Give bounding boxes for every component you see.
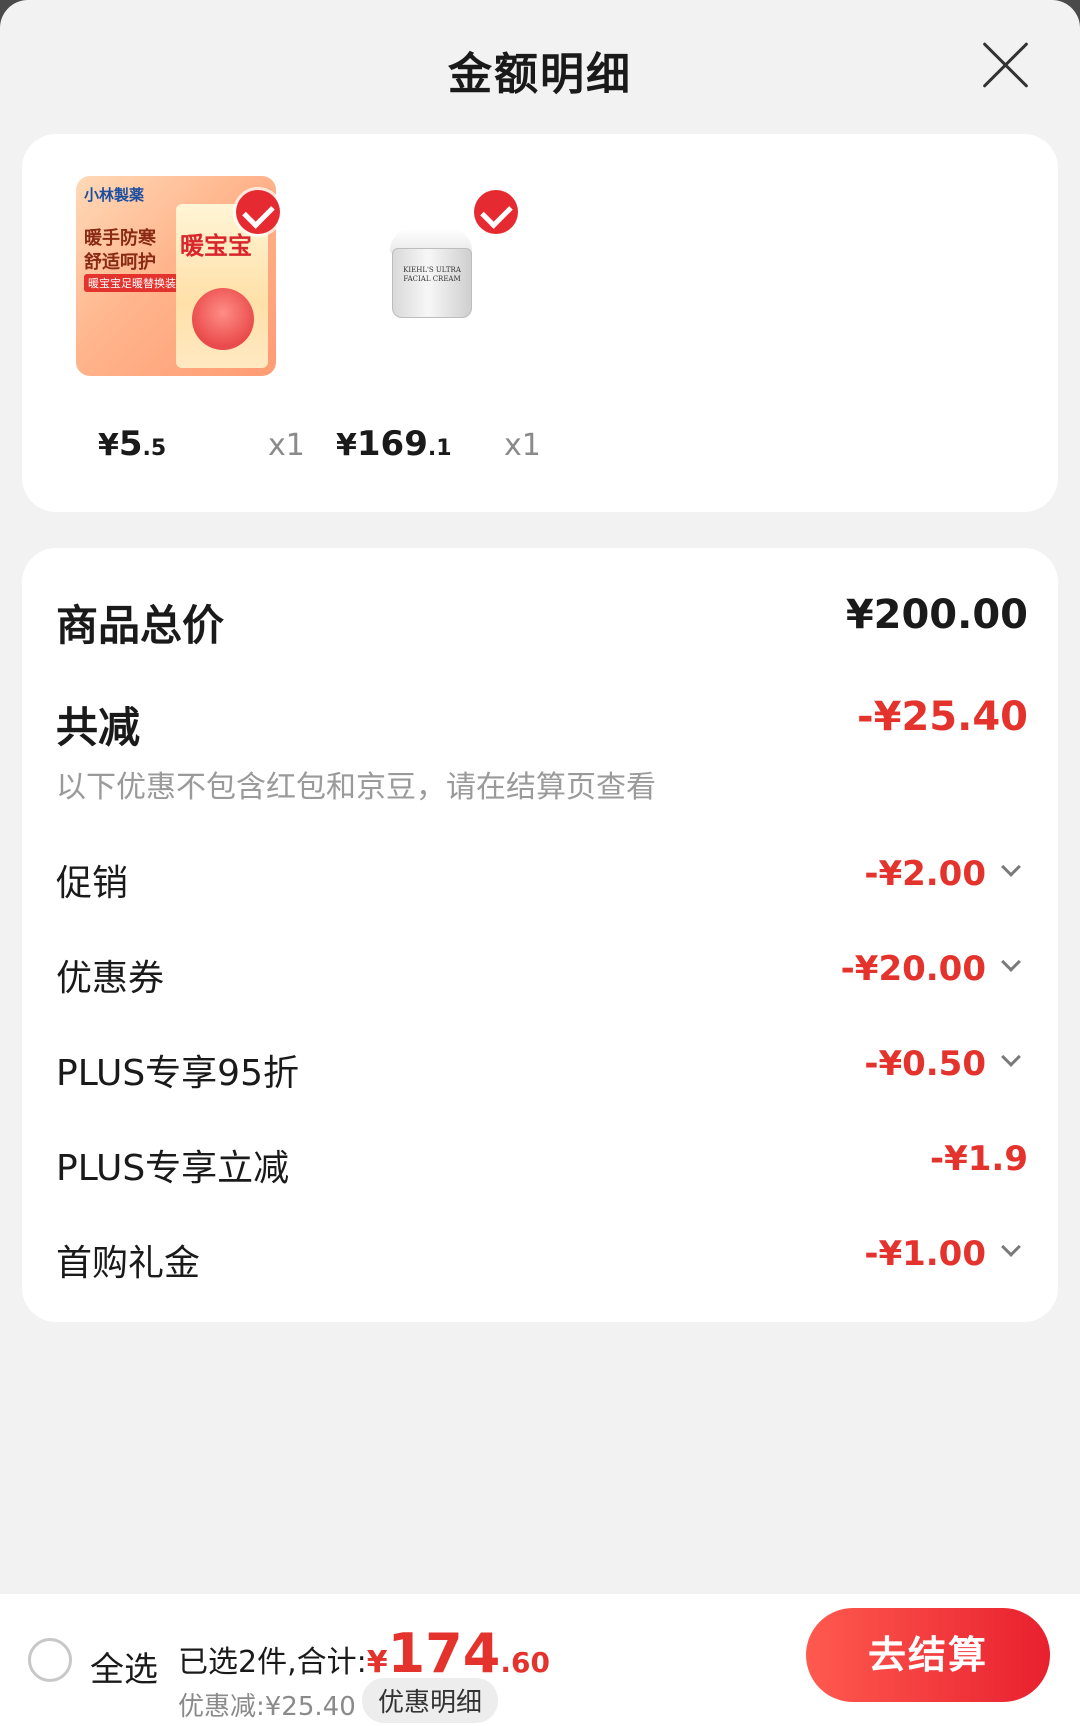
pack-box-title: 暖宝宝 bbox=[180, 232, 252, 260]
total-discount-value: -¥25.40 bbox=[857, 694, 1028, 740]
discount-value: -¥1.00 bbox=[864, 1234, 986, 1274]
selected-count-text: 已选2件,合计: bbox=[178, 1645, 367, 1680]
discount-label: PLUS专享95折 bbox=[56, 1053, 299, 1094]
chevron-down-icon[interactable] bbox=[1001, 952, 1021, 972]
total-decimal: .60 bbox=[500, 1646, 550, 1679]
product-item[interactable]: KIEHL'S ULTRA FACIAL CREAM bbox=[314, 176, 534, 396]
pack-box-graphic bbox=[192, 288, 254, 350]
price-integer: 5 bbox=[118, 424, 143, 464]
discount-detail-button[interactable]: 优惠明细 bbox=[362, 1678, 499, 1723]
discount-value: -¥20.00 bbox=[840, 949, 986, 989]
pack-text: 舒适呵护 bbox=[84, 252, 156, 273]
select-all-label[interactable]: 全选 bbox=[90, 1642, 158, 1691]
discount-label: 首购礼金 bbox=[56, 1243, 201, 1284]
product-price: ¥169.1 bbox=[336, 424, 452, 464]
total-discount-label: 共减 bbox=[56, 703, 141, 752]
chevron-down-icon[interactable] bbox=[1001, 857, 1021, 877]
brand-logo-text: 小林製薬 bbox=[84, 186, 145, 204]
pack-text: 暖手防寒 bbox=[84, 228, 156, 249]
currency-symbol: ¥ bbox=[336, 428, 357, 463]
selected-total: 已选2件,合计:¥174.60 bbox=[178, 1622, 550, 1685]
total-integer: 174 bbox=[387, 1622, 501, 1685]
discount-label: PLUS专享立减 bbox=[56, 1148, 290, 1189]
total-price-value: ¥200.00 bbox=[845, 592, 1028, 638]
price-decimal: .5 bbox=[142, 436, 167, 461]
total-price-label: 商品总价 bbox=[56, 601, 225, 650]
discount-label: 优惠券 bbox=[56, 958, 165, 999]
select-all-radio[interactable] bbox=[28, 1638, 72, 1682]
price-integer: 169 bbox=[356, 424, 428, 464]
discount-value: -¥0.50 bbox=[864, 1044, 986, 1084]
discount-value: -¥1.9 bbox=[930, 1139, 1028, 1179]
saved-amount: 优惠减:¥25.40 bbox=[178, 1692, 356, 1722]
sheet-title: 金额明细 bbox=[448, 49, 632, 100]
currency-symbol: ¥ bbox=[98, 428, 119, 463]
checked-icon[interactable] bbox=[474, 190, 518, 234]
checked-icon[interactable] bbox=[236, 190, 280, 234]
jar-label: KIEHL'S ULTRA FACIAL CREAM bbox=[403, 266, 461, 283]
currency-symbol: ¥ bbox=[366, 1645, 388, 1680]
product-list: 小林製薬 暖手防寒 舒适呵护 暖宝宝足暖替换装5片 暖宝宝 KIEHL'S UL… bbox=[22, 134, 1058, 512]
product-quantity: x1 bbox=[268, 428, 305, 463]
product-price: ¥5.5 bbox=[98, 424, 166, 464]
product-item[interactable]: 小林製薬 暖手防寒 舒适呵护 暖宝宝足暖替换装5片 暖宝宝 bbox=[76, 176, 296, 396]
close-icon[interactable] bbox=[982, 42, 1028, 88]
discount-label: 促销 bbox=[56, 863, 129, 904]
checkout-bar: 全选 已选2件,合计:¥174.60 优惠减:¥25.40 优惠明细 去结算 bbox=[0, 1594, 1080, 1726]
discount-note: 以下优惠不包含红包和京豆，请在结算页查看 bbox=[56, 770, 656, 805]
price-decimal: .1 bbox=[427, 436, 452, 461]
chevron-down-icon[interactable] bbox=[1001, 1047, 1021, 1067]
checkout-button[interactable]: 去结算 bbox=[806, 1608, 1050, 1702]
amount-detail-sheet: 金额明细 小林製薬 暖手防寒 舒适呵护 暖宝宝足暖替换装5片 暖宝宝 KIEHL… bbox=[0, 0, 1080, 1726]
sheet-header: 金额明细 bbox=[0, 0, 1080, 132]
discount-value: -¥2.00 bbox=[864, 854, 986, 894]
chevron-down-icon[interactable] bbox=[1001, 1237, 1021, 1257]
price-summary: 商品总价 ¥200.00 共减 -¥25.40 以下优惠不包含红包和京豆，请在结… bbox=[22, 548, 1058, 1322]
product-quantity: x1 bbox=[504, 428, 541, 463]
